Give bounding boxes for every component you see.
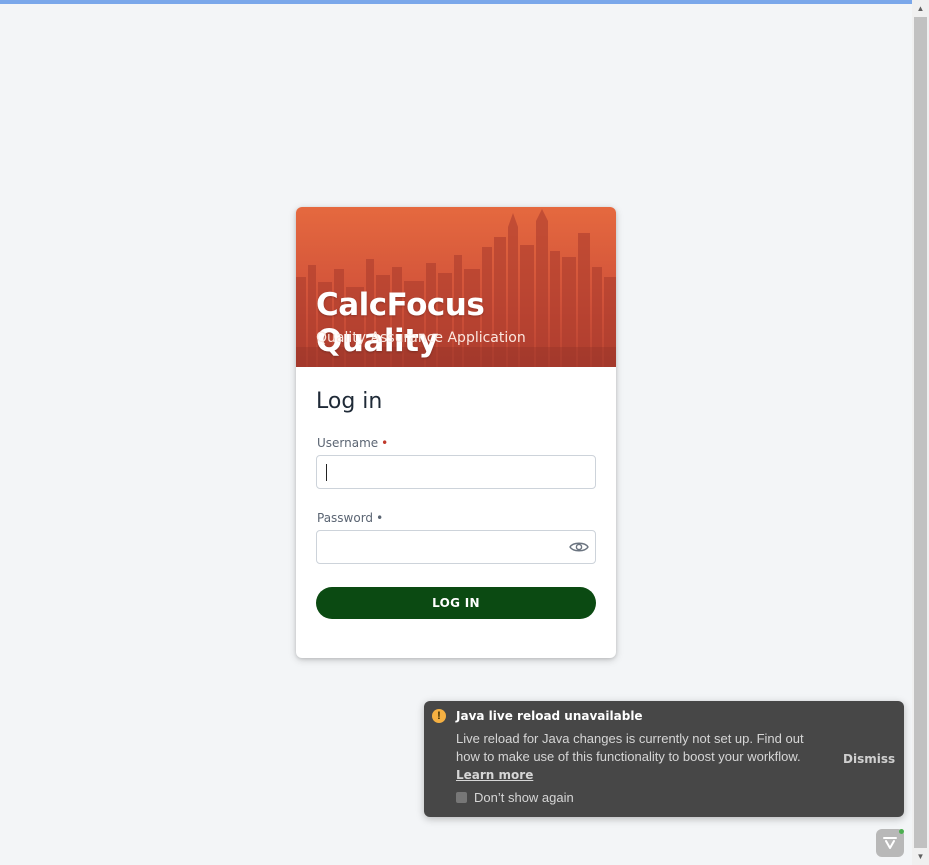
dont-show-again-label[interactable]: Don’t show again — [474, 790, 574, 805]
notification-body: Live reload for Java changes is currentl… — [456, 730, 826, 784]
dont-show-again-checkbox[interactable] — [456, 792, 467, 803]
dev-tools-button[interactable] — [876, 829, 904, 857]
scroll-down-arrow-icon[interactable]: ▼ — [912, 848, 929, 865]
live-reload-notification: ! Java live reload unavailable Live relo… — [424, 701, 904, 817]
warning-icon: ! — [432, 709, 446, 723]
app-subtitle: Quality Assurance Application — [316, 330, 526, 346]
notification-title: Java live reload unavailable — [456, 709, 643, 723]
dismiss-button[interactable]: Dismiss — [843, 752, 895, 766]
required-indicator: • — [376, 511, 384, 525]
username-label-text: Username — [317, 436, 379, 450]
page-scrollbar[interactable]: ▲ ▼ — [912, 0, 929, 865]
loading-progress-bar — [0, 0, 912, 4]
login-button[interactable]: LOG IN — [316, 587, 596, 619]
username-input[interactable] — [316, 455, 596, 489]
login-heading: Log in — [316, 389, 383, 414]
username-label: Username • — [317, 436, 388, 450]
login-card: CalcFocus Quality Quality Assurance Appl… — [296, 207, 616, 658]
required-indicator: • — [381, 436, 389, 450]
eye-icon[interactable] — [569, 540, 589, 554]
learn-more-link[interactable]: Learn more — [456, 768, 533, 782]
login-banner: CalcFocus Quality Quality Assurance Appl… — [296, 207, 616, 367]
password-label-text: Password — [317, 511, 374, 525]
password-input[interactable] — [316, 530, 596, 564]
notification-message: Live reload for Java changes is currentl… — [456, 731, 804, 764]
scrollbar-thumb[interactable] — [914, 17, 927, 848]
text-cursor — [326, 464, 327, 481]
login-form: Log in Username • Password • LOG IN — [316, 389, 596, 619]
status-dot — [899, 829, 904, 834]
app-title: CalcFocus Quality — [316, 287, 485, 359]
scroll-up-arrow-icon[interactable]: ▲ — [912, 0, 929, 17]
password-label: Password • — [317, 511, 383, 525]
